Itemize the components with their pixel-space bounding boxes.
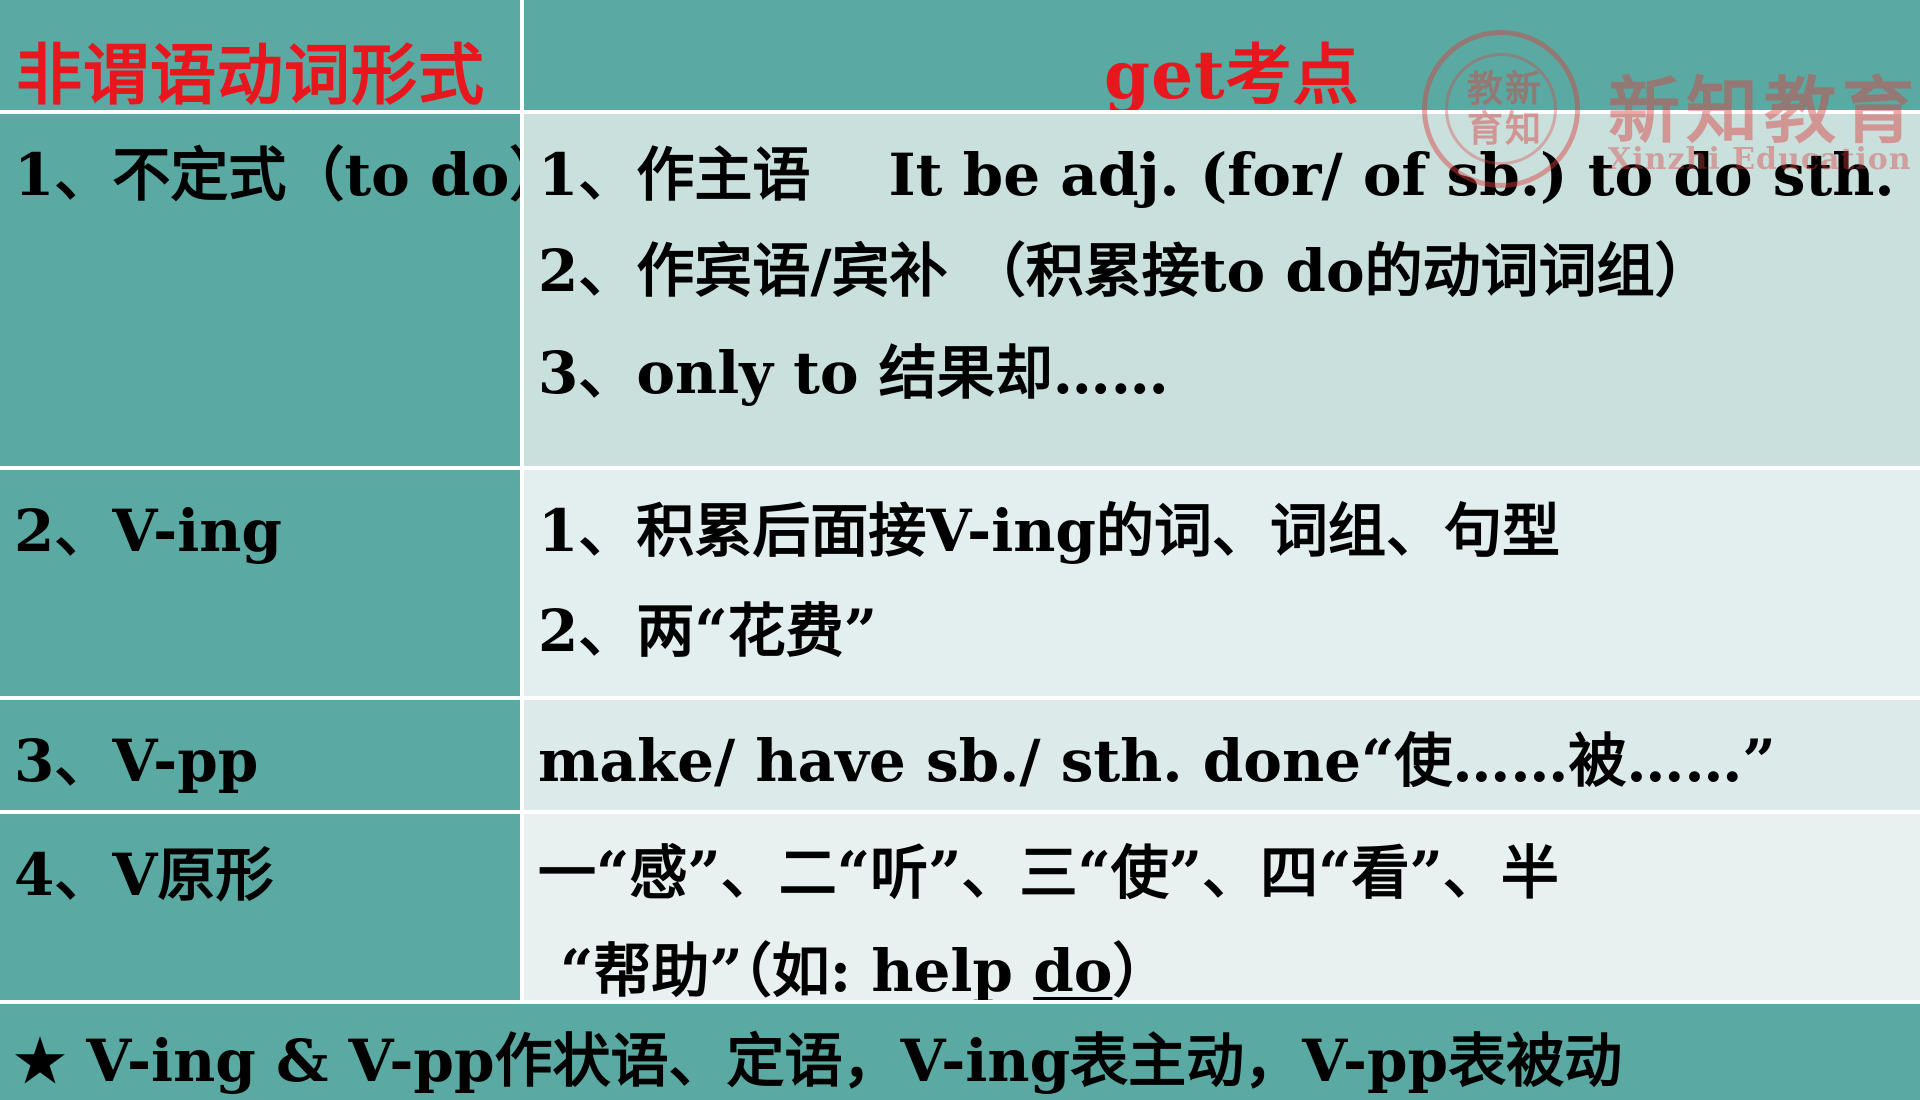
table-row-form: 1、不定式（to do） xyxy=(0,114,520,466)
point-text: “帮助”（如: help xyxy=(560,937,1034,1000)
form-label: 1、不定式（to do） xyxy=(14,141,520,209)
point-line: 1、作主语 It be adj. (for/ of sb.) to do sth… xyxy=(538,141,1895,209)
form-label: 4、V原形 xyxy=(14,841,274,909)
table-row-points: make/ have sb./ sth. done“使……被……” xyxy=(524,700,1920,810)
point-text: ） xyxy=(1112,937,1171,1000)
point-line: “帮助”（如: help do） xyxy=(560,924,1170,1000)
slide: 非谓语动词形式 get考点 1、不定式（to do） 1、作主语 It be a… xyxy=(0,0,1920,1100)
underlined-word: do xyxy=(1033,937,1113,1000)
table-row-form: 2、V-ing xyxy=(0,470,520,696)
table-row-points: 一“感”、二“听”、三“使”、四“看”、半 “帮助”（如: help do） xyxy=(524,814,1920,1000)
table-header-right: get考点 xyxy=(524,0,1920,110)
point-line: make/ have sb./ sth. done“使……被……” xyxy=(538,727,1776,795)
left-column-title: 非谓语动词形式 xyxy=(16,36,485,110)
point-line: 一“感”、二“听”、三“使”、四“看”、半 xyxy=(538,839,1559,907)
point-line: 2、作宾语/宾补 （积累接to do的动词词组） xyxy=(538,237,1713,305)
content-table: 非谓语动词形式 get考点 1、不定式（to do） 1、作主语 It be a… xyxy=(0,0,1920,1100)
table-row-points: 1、积累后面接V-ing的词、词组、句型 2、两“花费” xyxy=(524,470,1920,696)
table-row-form: 3、V-pp xyxy=(0,700,520,810)
right-column-title: get考点 xyxy=(1104,36,1360,110)
point-line: 1、积累后面接V-ing的词、词组、句型 xyxy=(538,497,1560,565)
point-line: 2、两“花费” xyxy=(538,597,878,665)
footer-note-row: ★ V-ing & V-pp作状语、定语，V-ing表主动，V-pp表被动 xyxy=(0,1004,1920,1100)
form-label: 2、V-ing xyxy=(14,497,282,565)
table-row-form: 4、V原形 xyxy=(0,814,520,1000)
table-header-left: 非谓语动词形式 xyxy=(0,0,520,110)
table-row-points: 1、作主语 It be adj. (for/ of sb.) to do sth… xyxy=(524,114,1920,466)
footer-note: ★ V-ing & V-pp作状语、定语，V-ing表主动，V-pp表被动 xyxy=(14,1027,1623,1095)
form-label: 3、V-pp xyxy=(14,727,259,795)
point-line: 3、only to 结果却…… xyxy=(538,339,1169,407)
